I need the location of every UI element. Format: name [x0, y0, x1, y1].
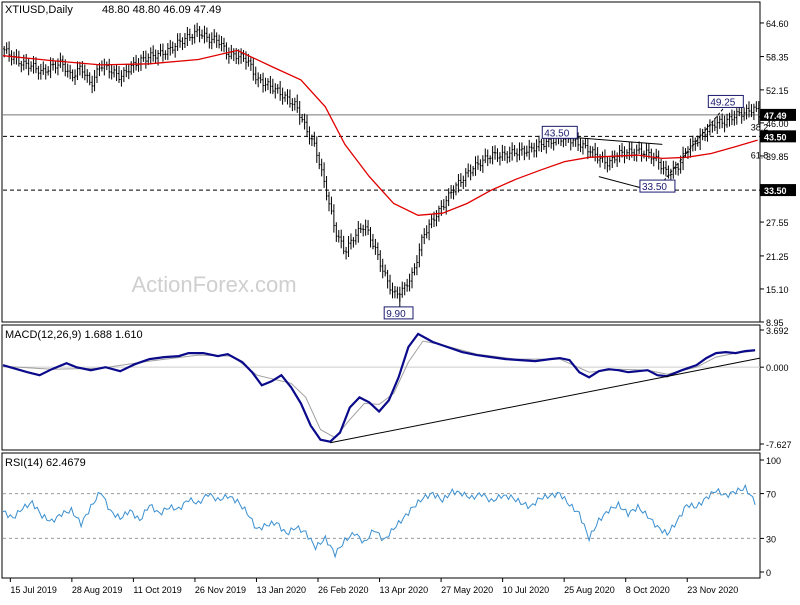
rsi-axis-label: 30 — [766, 534, 776, 544]
x-axis-label: 13 Apr 2020 — [380, 585, 429, 595]
current-price-label: 47.49 — [764, 111, 787, 121]
chart-ohlc: 48.80 48.80 46.09 47.49 — [102, 4, 221, 16]
price-annotation-label: 33.50 — [642, 182, 667, 193]
level-price-label: 33.50 — [764, 186, 787, 196]
x-axis-label: 26 Feb 2020 — [318, 585, 369, 595]
chart-root: ActionForex.com XTIUSD,Daily 48.80 48.80… — [0, 0, 800, 600]
watermark: ActionForex.com — [131, 272, 296, 297]
panel-frame — [1, 324, 761, 451]
rsi-axis-label: 70 — [766, 490, 776, 500]
price-axis-label: 58.35 — [766, 53, 789, 63]
macd-trendline — [330, 357, 761, 444]
x-axis-label: 27 May 2020 — [441, 585, 493, 595]
x-axis-label: 23 Nov 2020 — [687, 585, 738, 595]
rsi-title: RSI(14) 62.4679 — [5, 457, 86, 469]
chart-canvas: ActionForex.com XTIUSD,Daily 48.80 48.80… — [1, 1, 796, 595]
macd-title: MACD(12,26,9) 1.688 1.610 — [5, 329, 143, 341]
x-axis-label: 10 Jul 2020 — [503, 585, 550, 595]
rsi-line — [2, 483, 756, 559]
macd-axis-label: 3.692 — [766, 326, 789, 336]
rsi-axis-label: 100 — [766, 456, 781, 466]
x-axis-label: 15 Jul 2019 — [10, 585, 57, 595]
price-axis-label: 27.55 — [766, 218, 789, 228]
x-axis-label: 13 Jan 2020 — [256, 585, 306, 595]
price-annotation-label: 9.90 — [386, 309, 406, 320]
level-price-label: 43.50 — [764, 132, 787, 142]
fib-level-label: 61.8 — [751, 151, 769, 161]
price-axis-label: 64.60 — [766, 19, 789, 29]
rsi-axis-label: 0 — [766, 568, 771, 578]
price-annotation-label: 49.25 — [710, 97, 735, 108]
x-axis-label: 11 Oct 2019 — [133, 585, 181, 595]
x-axis-label: 26 Nov 2019 — [195, 585, 246, 595]
price-axis-label: 15.10 — [766, 285, 789, 295]
price-axis-label: 21.25 — [766, 252, 789, 262]
chart-symbol: XTIUSD,Daily — [5, 4, 73, 16]
price-annotation-label: 43.50 — [544, 128, 569, 139]
macd-line — [2, 332, 756, 443]
macd-axis-label: -7.627 — [766, 440, 792, 450]
x-axis-label: 25 Aug 2020 — [564, 585, 615, 595]
price-trendline — [657, 105, 727, 189]
panel-frame — [1, 1, 761, 323]
price-axis-label: 52.15 — [766, 86, 789, 96]
x-axis-label: 28 Aug 2019 — [72, 585, 123, 595]
macd-axis-label: 0.000 — [766, 363, 789, 373]
macd-signal-line — [2, 340, 756, 439]
price-axis-label: 39.85 — [766, 152, 789, 162]
x-axis-label: 8 Oct 2020 — [626, 585, 670, 595]
